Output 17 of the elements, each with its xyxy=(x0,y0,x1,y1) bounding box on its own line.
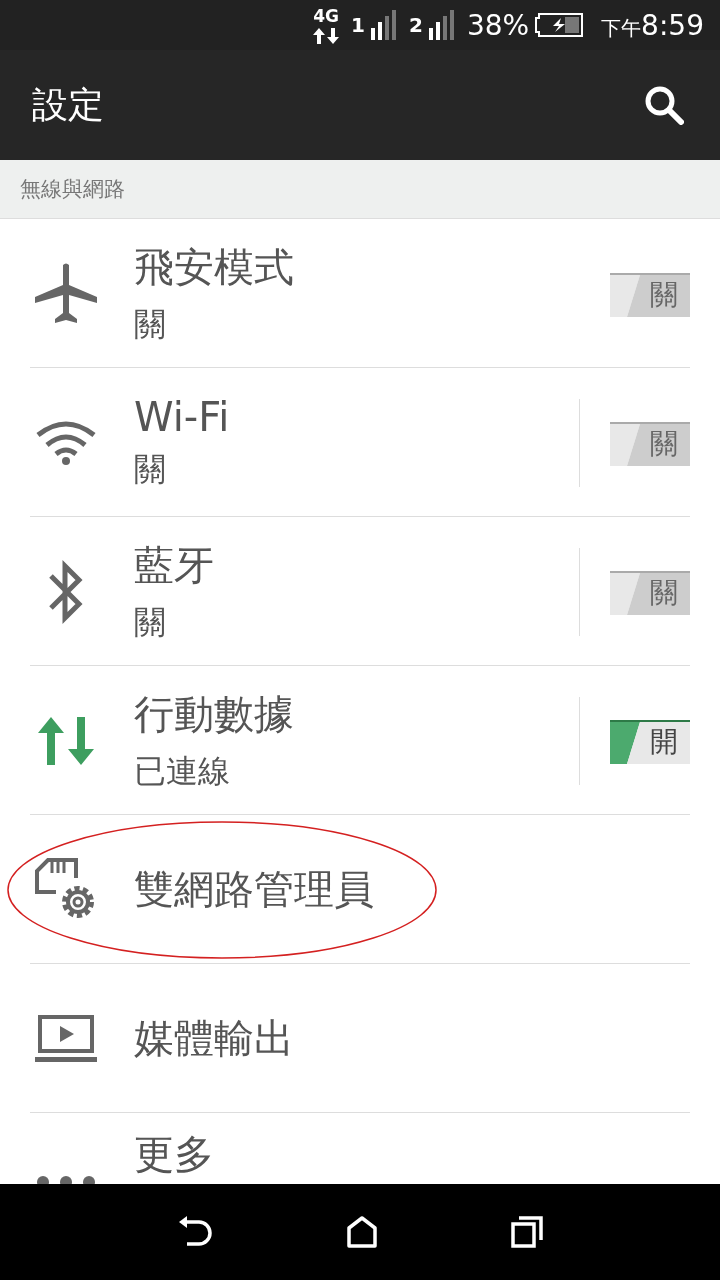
setting-title[interactable]: 飛安模式 xyxy=(134,240,294,295)
section-header: 無線與網路 xyxy=(20,176,125,203)
setting-status: 關 xyxy=(134,448,167,490)
sim-label: 2 xyxy=(408,13,423,37)
setting-status: 關 xyxy=(134,304,167,345)
setting-title[interactable]: 更多 xyxy=(134,1131,214,1177)
clock: 下午8:59 xyxy=(601,8,704,42)
setting-status: 已連線 xyxy=(134,751,231,792)
network-type: 4G xyxy=(313,6,339,26)
setting-status: 關 xyxy=(134,602,167,643)
battery-percent: 38% xyxy=(466,8,530,42)
setting-title[interactable]: 行動數據 xyxy=(134,687,294,742)
app-title: 設定 xyxy=(32,82,104,127)
setting-title[interactable]: 媒體輸出 xyxy=(134,1011,294,1066)
setting-title[interactable]: Wi-Fi xyxy=(134,393,230,440)
setting-title[interactable]: 藍牙 xyxy=(134,538,214,593)
sim-label: 1 xyxy=(351,13,365,37)
